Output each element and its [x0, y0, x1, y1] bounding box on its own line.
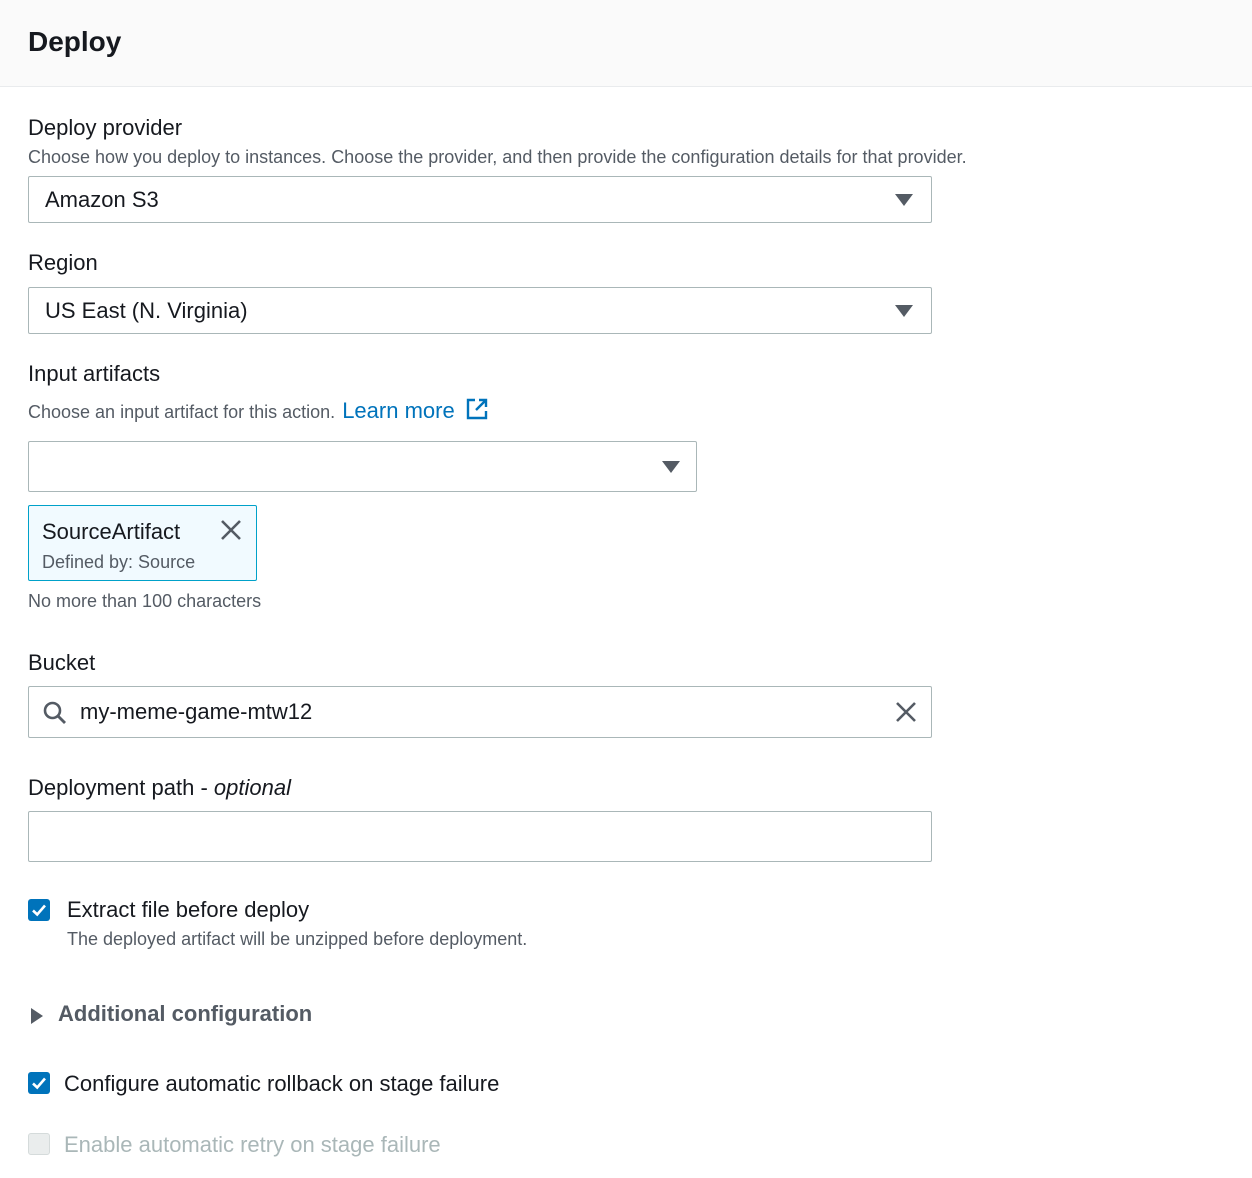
optional-tag: optional	[213, 775, 291, 800]
deploy-provider-value: Amazon S3	[45, 187, 159, 212]
extract-file-description: The deployed artifact will be unzipped b…	[67, 929, 528, 949]
region-value: US East (N. Virginia)	[45, 298, 248, 323]
clear-icon[interactable]	[894, 700, 918, 724]
deployment-path-separator: -	[194, 775, 214, 800]
token-name: SourceArtifact	[42, 519, 181, 544]
caret-down-icon	[662, 461, 680, 473]
deployment-path-label: Deployment path - optional	[28, 774, 291, 802]
region-select[interactable]: US East (N. Virginia)	[28, 287, 932, 334]
caret-right-icon	[31, 1008, 43, 1024]
section-header: Deploy	[0, 0, 1252, 87]
bucket-label: Bucket	[28, 650, 96, 675]
input-artifacts-description-text: Choose an input artifact for this action…	[28, 402, 336, 422]
region-label: Region	[28, 250, 98, 275]
input-artifacts-description: Choose an input artifact for this action…	[28, 397, 489, 424]
deployment-path-input[interactable]	[28, 811, 932, 862]
additional-configuration-toggle[interactable]: Additional configuration	[28, 998, 348, 1030]
caret-down-icon	[895, 305, 913, 317]
dismiss-icon[interactable]	[219, 518, 243, 542]
deploy-provider-description: Choose how you deploy to instances. Choo…	[28, 147, 967, 167]
search-icon	[43, 701, 66, 724]
check-icon	[32, 1077, 46, 1090]
check-icon	[32, 904, 46, 917]
input-artifacts-select[interactable]	[28, 441, 697, 492]
section-title: Deploy	[28, 26, 122, 57]
deploy-provider-select[interactable]: Amazon S3	[28, 176, 932, 223]
learn-more-link[interactable]: Learn more	[342, 398, 489, 423]
bucket-input[interactable]: my-meme-game-mtw12	[28, 686, 932, 738]
input-artifacts-constraint: No more than 100 characters	[28, 591, 262, 611]
source-artifact-token: SourceArtifact Defined by: Source	[28, 505, 257, 581]
deploy-provider-label: Deploy provider	[28, 115, 183, 140]
extract-file-label: Extract file before deploy	[67, 897, 310, 922]
caret-down-icon	[895, 194, 913, 206]
learn-more-text: Learn more	[342, 398, 455, 423]
retry-checkbox[interactable]	[28, 1133, 50, 1155]
external-link-icon	[466, 398, 488, 420]
deployment-path-label-text: Deployment path	[28, 775, 195, 800]
additional-configuration-label: Additional configuration	[58, 1001, 313, 1026]
rollback-checkbox[interactable]	[28, 1072, 50, 1094]
rollback-label: Configure automatic rollback on stage fa…	[64, 1071, 500, 1096]
token-subtitle: Defined by: Source	[42, 552, 196, 572]
extract-file-checkbox[interactable]	[28, 899, 50, 921]
input-artifacts-label: Input artifacts	[28, 361, 161, 386]
retry-label: Enable automatic retry on stage failure	[64, 1132, 441, 1157]
bucket-input-value: my-meme-game-mtw12	[80, 699, 313, 724]
